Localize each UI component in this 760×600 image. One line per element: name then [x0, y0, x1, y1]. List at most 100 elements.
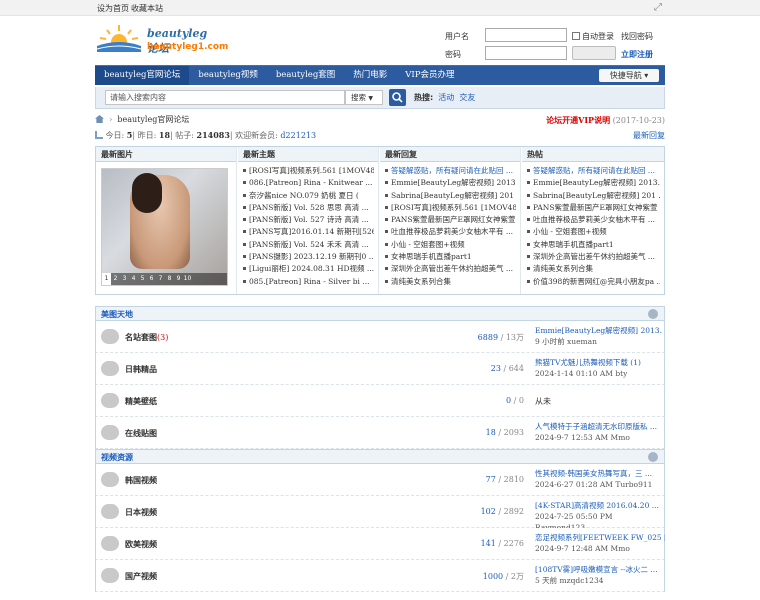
- forum-name[interactable]: 精美壁纸: [125, 396, 157, 407]
- collapse-icon[interactable]: [648, 309, 658, 319]
- new-member-link[interactable]: d221213: [280, 131, 316, 140]
- collapse-icon[interactable]: [648, 452, 658, 462]
- nav-item-vip[interactable]: VIP会员办理: [396, 66, 463, 85]
- hot-search-item[interactable]: 交友: [459, 93, 475, 102]
- list-item[interactable]: [PANS新版] Vol. 524 禾禾 高清 ...: [243, 239, 374, 251]
- thread-count: 18: [485, 428, 496, 437]
- list-item-text: 女神思瑞手机直播part1: [533, 239, 614, 249]
- slide-index[interactable]: 8: [165, 273, 174, 285]
- breadcrumb-site[interactable]: beautyleg官网论坛: [117, 115, 189, 124]
- quick-nav-button[interactable]: 快捷导航 ▾: [599, 69, 659, 82]
- list-item[interactable]: 奈汐酱nice NO.079 奶桃 夏日 (: [243, 190, 374, 202]
- list-item[interactable]: 清纯美女系列合集: [527, 263, 660, 275]
- nav-item-movies[interactable]: 热门电影: [344, 66, 396, 85]
- forum-name[interactable]: 国产视频: [125, 571, 157, 582]
- list-item[interactable]: 086.[Patreon] Rina - Knitwear ...: [243, 177, 374, 189]
- forum-name[interactable]: 日韩精品: [125, 364, 157, 375]
- list-item[interactable]: 答疑解惑贴，所有疑问请在此贴回 ...: [527, 165, 660, 177]
- nav-item-video[interactable]: beautyleg视频: [189, 66, 266, 85]
- list-item[interactable]: [PANS新版] Vol. 527 诗诗 高清 ...: [243, 214, 374, 226]
- list-item[interactable]: Sabrina[BeautyLeg解密视频] 201 ...: [527, 190, 660, 202]
- forum-counts: 6889 / 13万: [477, 333, 524, 342]
- forum-name[interactable]: 日本视频: [125, 507, 157, 518]
- search-input[interactable]: 请输入搜索内容: [105, 90, 345, 105]
- set-homepage-link[interactable]: 设为首页: [97, 3, 129, 14]
- last-post-title[interactable]: 人气模特于子涵超清无水印原版私 ...: [535, 421, 665, 432]
- slide-index[interactable]: 6: [147, 273, 156, 285]
- list-item[interactable]: Sabrina[BeautyLeg解密视频] 201 ...: [385, 190, 516, 202]
- search-type-select[interactable]: 搜索 ▼: [345, 90, 383, 105]
- post-count: 2093: [503, 428, 524, 437]
- list-item[interactable]: [PANS摄影] 2023.12.19 新期刊0 ...: [243, 251, 374, 263]
- last-post-title[interactable]: 恋足视频系列[FEETWEEK FW_025 [m ...: [535, 532, 665, 543]
- home-icon[interactable]: [95, 115, 104, 123]
- list-item[interactable]: Emmie[BeautyLeg解密视频] 2013. ...: [385, 177, 516, 189]
- list-item[interactable]: 小仙 - 空姐套图+视频: [385, 239, 516, 251]
- thread-count: 1000: [482, 572, 504, 581]
- bullet-icon: [243, 169, 246, 172]
- hot-search-item[interactable]: 活动: [438, 93, 454, 102]
- slide-index[interactable]: 1: [102, 273, 111, 285]
- last-post-meta: 2024-1-14 01:10 AM bty: [535, 369, 628, 378]
- list-item[interactable]: 吐血推荐极品萝莉美少女柚木平有 ...: [527, 214, 660, 226]
- list-item[interactable]: PANS紫萱最新国产E罩网红女神紫萱 ...: [385, 214, 516, 226]
- slideshow-image[interactable]: 1 2 3 4 5 6 7 8 9 10: [101, 168, 228, 286]
- find-password-link[interactable]: 找回密码: [621, 31, 653, 42]
- newest-reply-link[interactable]: 最新回复: [633, 130, 665, 141]
- last-post-title[interactable]: 熊猫TV尤魅儿热舞视频下载 (1): [535, 357, 665, 368]
- username-input[interactable]: [485, 28, 567, 42]
- bullet-icon: [243, 267, 246, 271]
- forum-name[interactable]: 欧美视频: [125, 539, 157, 550]
- list-item[interactable]: PANS紫萱最新国产E罩网红女神紫萱 ...: [527, 202, 660, 214]
- slide-index[interactable]: 3: [120, 273, 129, 285]
- vip-link[interactable]: 论坛开通VIP说明: [546, 115, 610, 125]
- login-button[interactable]: [572, 46, 616, 60]
- last-post-title[interactable]: [4K-STAR]高清视频 2016.04.20 ...: [535, 500, 665, 511]
- slide-index[interactable]: 10: [183, 273, 192, 285]
- forum-name[interactable]: 韩国视频: [125, 475, 157, 486]
- list-item[interactable]: 吐血推荐极品萝莉美少女柚木平有 ...: [385, 226, 516, 238]
- list-item[interactable]: 女神思瑞手机直播part1: [527, 239, 660, 251]
- nav-item-forum[interactable]: beautyleg官网论坛: [95, 66, 190, 85]
- bullet-icon: [527, 218, 530, 222]
- register-link[interactable]: 立即注册: [621, 49, 653, 60]
- list-item[interactable]: [PANS写真]2016.01.14 新期刊[526 ...: [243, 226, 374, 238]
- list-item[interactable]: 小仙 - 空姐套图+视频: [527, 226, 660, 238]
- last-post: 恋足视频系列[FEETWEEK FW_025 [m ...2024-9-7 12…: [535, 532, 665, 554]
- auto-login-checkbox[interactable]: 自动登录: [572, 31, 614, 42]
- forum-name[interactable]: 名站套图(3): [125, 332, 168, 343]
- list-item[interactable]: 清纯美女系列合集: [385, 276, 516, 288]
- search-button[interactable]: [389, 89, 406, 106]
- last-post-title[interactable]: 性其视频-韩国美女热舞写真，三 ...: [535, 468, 665, 479]
- list-item[interactable]: Emmie[BeautyLeg解密视频] 2013. ...: [527, 177, 660, 189]
- nav-item-gallery[interactable]: beautyleg套图: [267, 66, 344, 85]
- slide-index[interactable]: 2: [111, 273, 120, 285]
- slide-index[interactable]: 7: [156, 273, 165, 285]
- list-item[interactable]: 085.[Patreon] Rina - Silver bi ...: [243, 276, 374, 288]
- slide-index[interactable]: 9: [174, 273, 183, 285]
- list-item[interactable]: [Ligui丽柜] 2024.08.31 HD视频 ...: [243, 263, 374, 275]
- section-title[interactable]: 视频资源: [101, 452, 133, 463]
- last-post-title[interactable]: [108TV雾]呼吸嫩模宣言 --冰火二 ...: [535, 564, 665, 575]
- list-item[interactable]: [ROSI写真]视频系列.561 [1MOV48 ...: [243, 165, 374, 177]
- list-item[interactable]: 女神思瑞手机直播part1: [385, 251, 516, 263]
- section-title[interactable]: 美图天地: [101, 309, 133, 320]
- list-item[interactable]: [PANS新版] Vol. 528 思思 高清 ...: [243, 202, 374, 214]
- list-item[interactable]: 答疑解惑贴，所有疑问请在此贴回 ...: [385, 165, 516, 177]
- list-item[interactable]: 价值398的新晋网红@完具小朋友pa ...: [527, 276, 660, 288]
- search-type-label: 搜索: [351, 93, 366, 102]
- last-post-title[interactable]: Emmie[BeautyLeg解密视频] 2013. ...: [535, 325, 665, 336]
- expand-icon[interactable]: ⤢: [654, 2, 662, 13]
- forum-name[interactable]: 在线贴图: [125, 428, 157, 439]
- list-item[interactable]: 深圳外企高管出差午休约拍超美气 ...: [385, 263, 516, 275]
- password-input[interactable]: [485, 46, 567, 60]
- bookmark-link[interactable]: 收藏本站: [131, 3, 163, 14]
- list-item[interactable]: 深圳外企高管出差午休约拍超美气 ...: [527, 251, 660, 263]
- bullet-icon: [243, 193, 246, 197]
- slide-index[interactable]: 5: [138, 273, 147, 285]
- site-logo[interactable]: beautyleg论坛 beautyleg1.com: [95, 22, 228, 55]
- slide-index[interactable]: 4: [129, 273, 138, 285]
- forum-bubble-icon: [101, 568, 119, 583]
- forum-row: 欧美视频 141 / 2276 恋足视频系列[FEETWEEK FW_025 [m …: [95, 528, 665, 560]
- list-item[interactable]: [ROSI写真]视频系列.561 [1MOV48 ...: [385, 202, 516, 214]
